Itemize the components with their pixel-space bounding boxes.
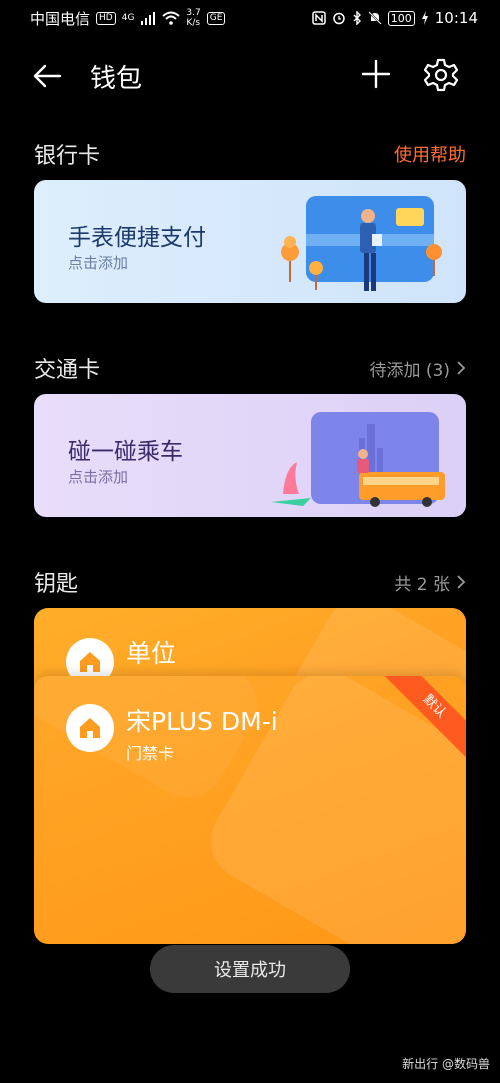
bluetooth-icon xyxy=(353,11,361,25)
toast-message: 设置成功 xyxy=(150,945,350,993)
charging-icon xyxy=(421,11,428,25)
transit-card-add[interactable]: 碰一碰乘车 点击添加 xyxy=(34,394,466,517)
settings-button[interactable] xyxy=(422,56,460,94)
status-right: 100 10:14 xyxy=(312,9,478,27)
key-name: 宋PLUS DM-i xyxy=(126,707,278,736)
page-title: 钱包 xyxy=(90,64,143,94)
transit-card-title: 碰一碰乘车 xyxy=(68,439,183,465)
battery-level: 100 xyxy=(387,10,415,26)
extra-badge: GE xyxy=(206,11,226,25)
watermark: 新出行 @数码兽 xyxy=(402,1057,490,1071)
app-header: 钱包 xyxy=(0,50,500,100)
home-icon xyxy=(80,652,100,672)
bank-section-title: 银行卡 xyxy=(34,144,101,169)
status-bar: 中国电信 HD 4G 3.7 K/s GE 100 10:14 xyxy=(0,0,500,36)
key-card-default[interactable]: 默认 宋PLUS DM-i 门禁卡 xyxy=(34,676,466,944)
bank-card-subtitle: 点击添加 xyxy=(68,254,129,272)
key-name: 单位 xyxy=(126,639,177,668)
home-icon-wrap xyxy=(66,704,114,752)
transit-section-title: 交通卡 xyxy=(34,358,101,383)
transit-card-subtitle: 点击添加 xyxy=(68,468,129,486)
carrier-label: 中国电信 xyxy=(30,9,91,28)
bank-card-add[interactable]: 手表便捷支付 点击添加 xyxy=(34,180,466,303)
net-speed: 3.7 K/s xyxy=(186,8,200,28)
plus-icon xyxy=(361,59,391,89)
chevron-right-icon xyxy=(457,361,466,375)
bank-card-illustration xyxy=(281,196,442,291)
status-left: 中国电信 HD 4G 3.7 K/s GE xyxy=(30,8,226,29)
nfc-icon xyxy=(312,11,326,25)
mute-icon xyxy=(368,11,382,25)
key-type: 门禁卡 xyxy=(126,744,175,763)
net-speed-unit: K/s xyxy=(186,18,201,28)
network-label: 4G xyxy=(121,13,135,23)
wifi-icon xyxy=(162,11,181,25)
help-link[interactable]: 使用帮助 xyxy=(394,141,466,167)
back-arrow-icon xyxy=(33,64,62,88)
alarm-icon xyxy=(333,12,345,25)
signal-icon xyxy=(141,12,156,25)
hd-badge: HD xyxy=(96,11,116,25)
clock: 10:14 xyxy=(434,9,478,27)
keys-count-link[interactable]: 共 2 张 xyxy=(394,570,466,595)
transit-pending-link[interactable]: 待添加 (3) xyxy=(370,356,466,381)
bank-card-title: 手表便捷支付 xyxy=(68,225,206,251)
keys-count-label: 共 2 张 xyxy=(394,574,450,595)
gear-icon xyxy=(423,58,459,92)
keys-section-title: 钥匙 xyxy=(34,572,79,597)
keys-section-header: 钥匙 共 2 张 xyxy=(34,566,466,598)
net-speed-value: 3.7 xyxy=(186,8,201,18)
bank-section-header: 银行卡 使用帮助 xyxy=(34,138,466,170)
home-icon xyxy=(80,718,100,738)
chevron-right-icon xyxy=(457,575,466,589)
back-button[interactable] xyxy=(30,58,66,94)
add-button[interactable] xyxy=(358,56,394,92)
transit-section-header: 交通卡 待添加 (3) xyxy=(34,352,466,384)
transit-pending-label: 待添加 (3) xyxy=(369,360,450,381)
transit-card-illustration xyxy=(271,412,445,507)
